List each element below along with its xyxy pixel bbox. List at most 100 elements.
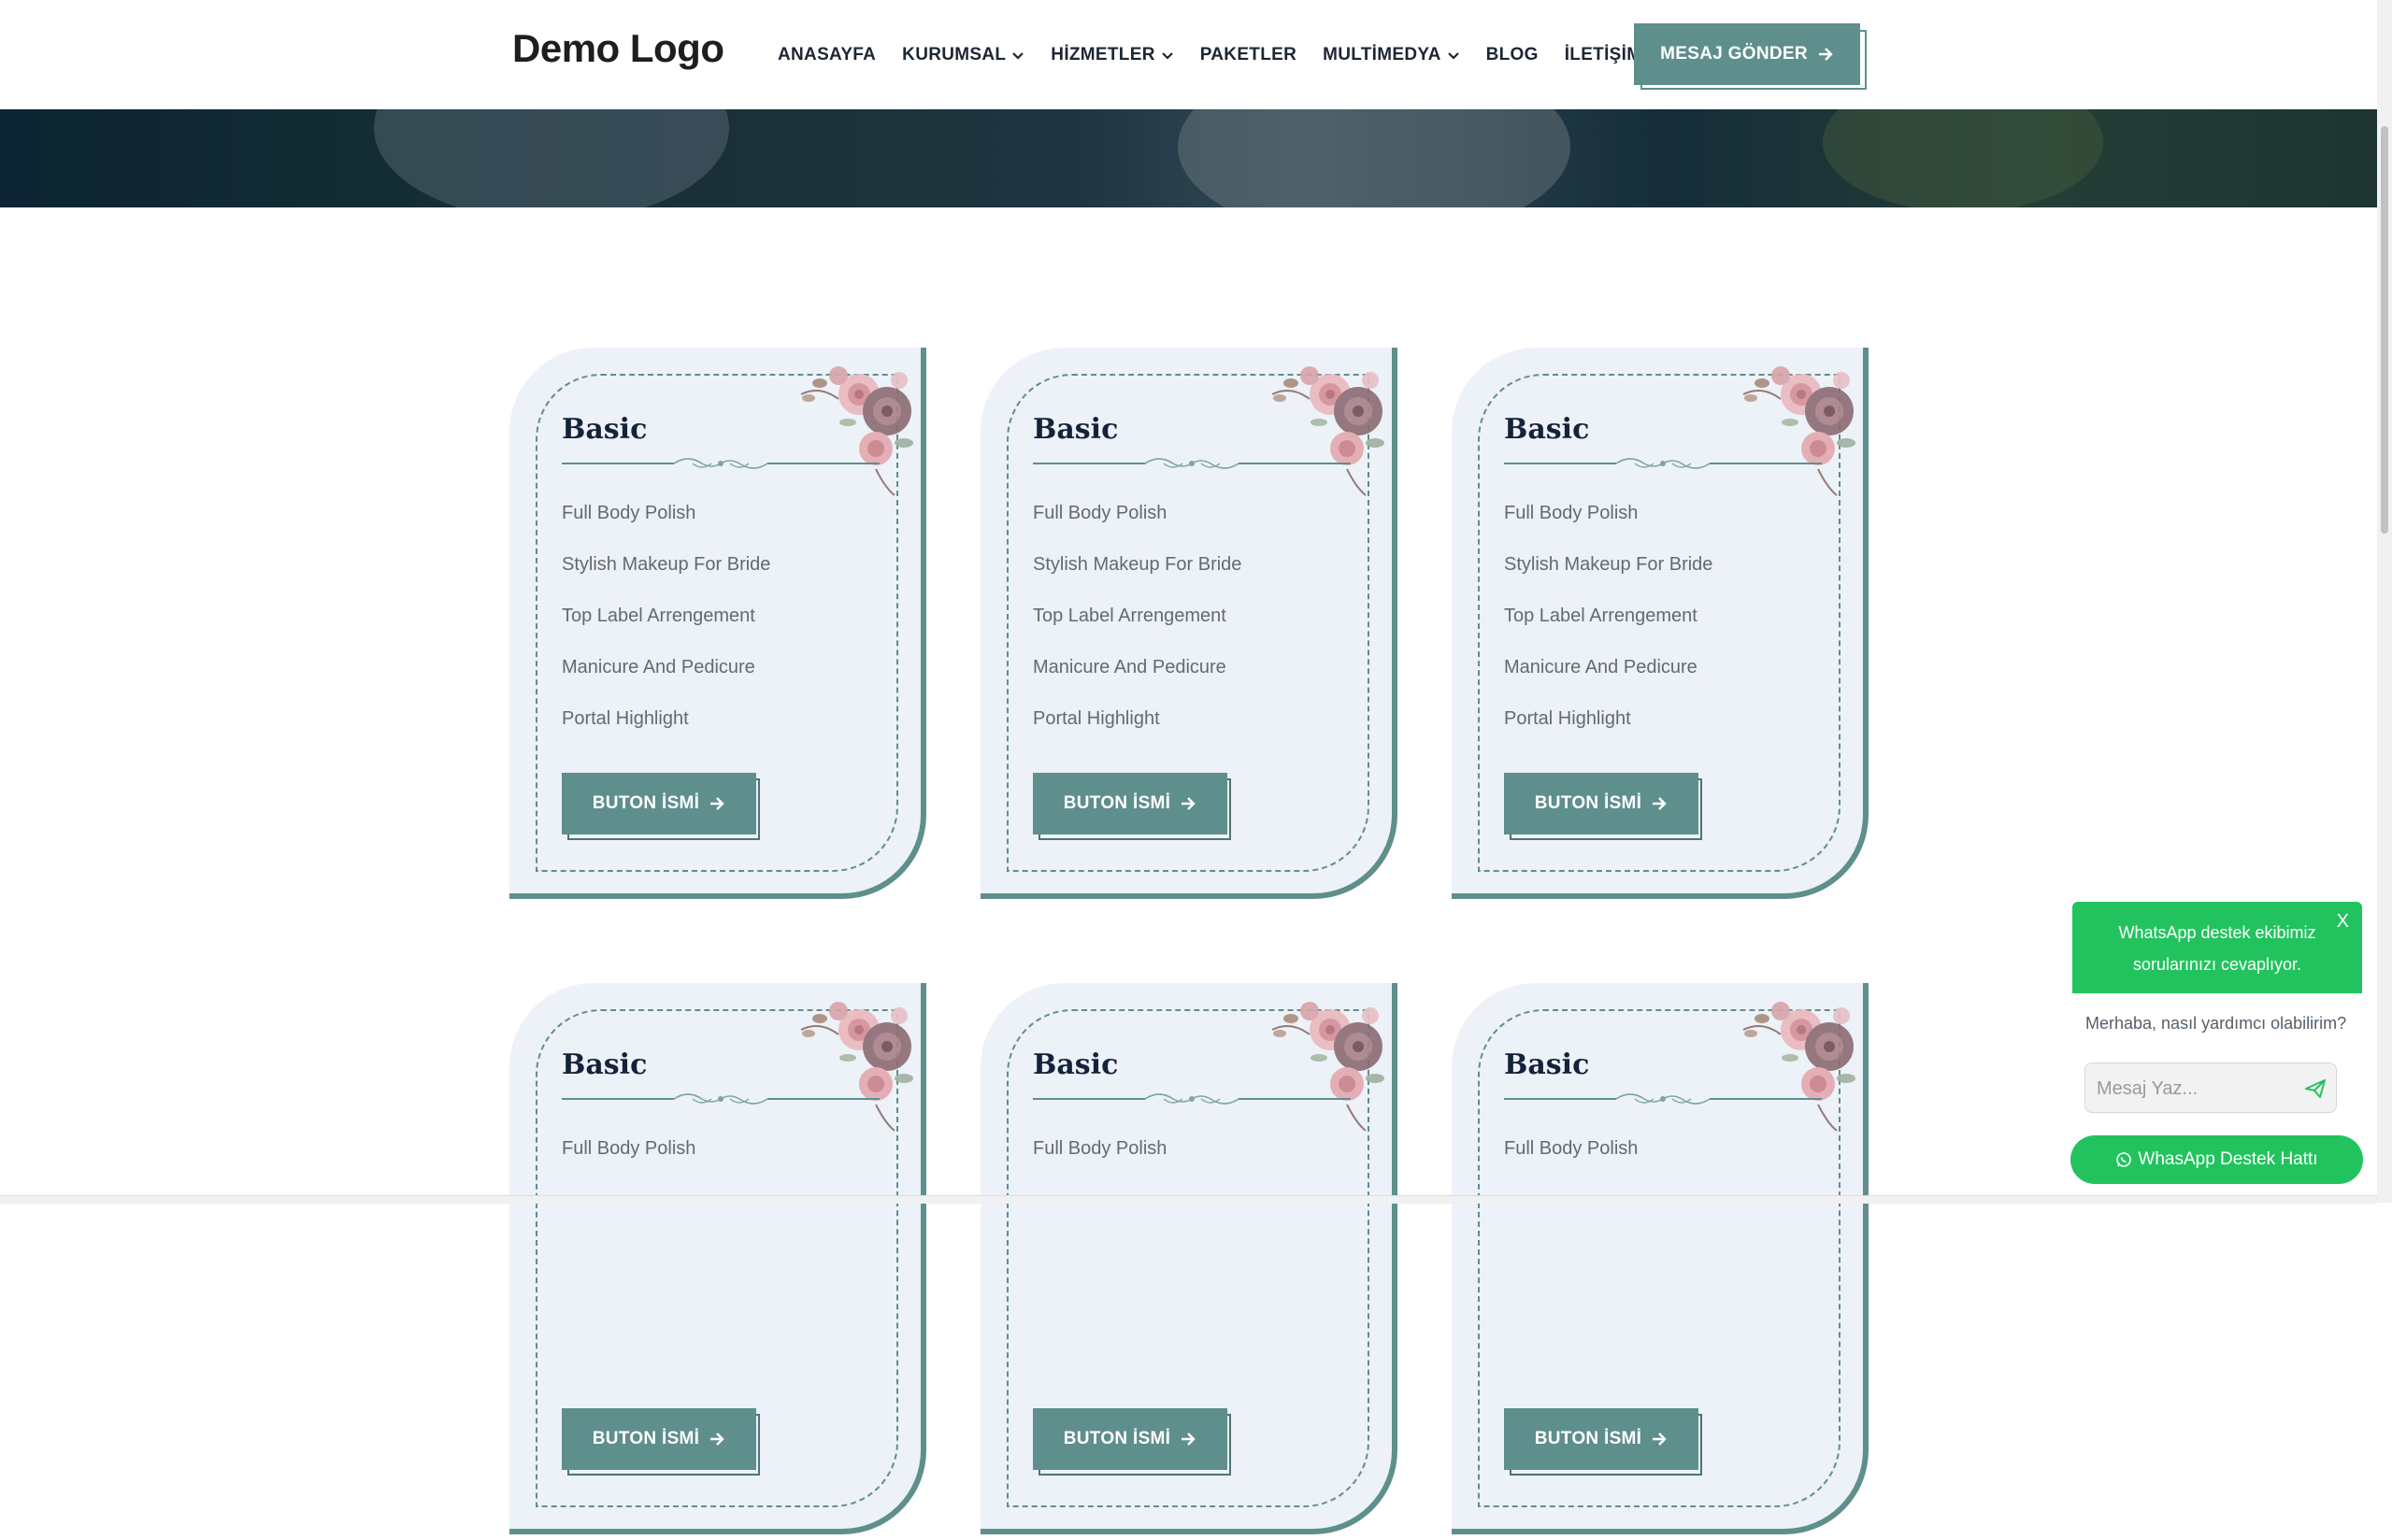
hero-overlay (0, 109, 2377, 207)
feature-item: Top Label Arrengement (562, 606, 755, 626)
card-button-wrap: BUTON İSMİ (1504, 1408, 1706, 1479)
package-card: Basic Full Body Polish Stylish Makeup For… (509, 348, 926, 905)
whatsapp-icon (2116, 1152, 2132, 1167)
card-title: Basic (1033, 413, 1119, 446)
nav-label: İLETİŞİM (1564, 44, 1642, 64)
card-button-label: BUTON İSMİ (592, 793, 700, 813)
feature-list: Full Body Polish (562, 1136, 695, 1188)
feature-item: Full Body Polish (1504, 1138, 1639, 1159)
nav-item-iletisim[interactable]: İLETİŞİM (1565, 45, 1642, 65)
scrollbar-thumb[interactable] (2381, 126, 2388, 534)
feature-item: Manicure And Pedicure (562, 657, 755, 677)
arrow-right-icon (1182, 1433, 1196, 1446)
package-card: Basic Full Body Polish BUTON İSMİ (1452, 983, 1869, 1540)
send-message-button-wrap: MESAJ GÖNDER (1634, 23, 1869, 91)
feature-item: Full Body Polish (562, 1138, 696, 1159)
whatsapp-button-label: WhasApp Destek Hattı (2138, 1149, 2318, 1169)
card-button-label: BUTON İSMİ (592, 1429, 700, 1448)
arrow-right-icon (710, 1433, 724, 1446)
card-button[interactable]: BUTON İSMİ (562, 1408, 756, 1470)
feature-list: Full Body Polish Stylish Makeup For Bride… (1033, 501, 1241, 758)
whatsapp-popup-header: WhatsApp destek ekibimiz sorularınızı ce… (2072, 902, 2362, 993)
flower-decoration-icon (1271, 366, 1384, 496)
close-button[interactable]: X (2337, 905, 2349, 937)
flower-decoration-icon (800, 1002, 913, 1132)
package-card: Basic Full Body Polish BUTON İSMİ (981, 983, 1397, 1540)
feature-item: Portal Highlight (562, 708, 689, 729)
whatsapp-input-box (2084, 1062, 2337, 1114)
ornament-divider-icon (1033, 1093, 1351, 1105)
card-button[interactable]: BUTON İSMİ (562, 773, 756, 834)
nav-item-anasayfa[interactable]: ANASAYFA (778, 45, 876, 65)
feature-item: Stylish Makeup For Bride (1504, 554, 1713, 575)
nav-label: KURUMSAL (902, 44, 1007, 64)
feature-item: Top Label Arrengement (1033, 606, 1226, 626)
feature-list: Full Body Polish (1033, 1136, 1167, 1188)
card-button-wrap: BUTON İSMİ (562, 1408, 764, 1479)
card-button-wrap: BUTON İSMİ (562, 773, 764, 844)
card-button-label: BUTON İSMİ (1534, 793, 1642, 813)
whatsapp-support-button[interactable]: WhasApp Destek Hattı (2070, 1135, 2363, 1184)
nav-item-multimedya[interactable]: MULTİMEDYA (1323, 45, 1460, 65)
main-nav: ANASAYFA KURUMSAL HİZMETLER PAKETLER MUL… (778, 0, 1668, 109)
nav-item-hizmetler[interactable]: HİZMETLER (1051, 45, 1173, 65)
arrow-right-icon (1818, 48, 1833, 61)
hero-image (0, 109, 2377, 207)
arrow-right-icon (1182, 797, 1196, 810)
ornament-divider-icon (1504, 1093, 1822, 1105)
send-message-label: MESAJ GÖNDER (1660, 44, 1808, 64)
card-title: Basic (1033, 1048, 1119, 1081)
nav-label: HİZMETLER (1051, 44, 1155, 64)
vertical-scrollbar[interactable] (2377, 0, 2392, 1203)
card-title: Basic (1504, 1048, 1590, 1081)
package-card: Basic Full Body Polish Stylish Makeup For… (981, 348, 1397, 905)
flower-decoration-icon (1742, 1002, 1855, 1132)
flower-decoration-icon (1271, 1002, 1384, 1132)
feature-item: Stylish Makeup For Bride (1033, 554, 1242, 575)
site-header: Demo Logo ANASAYFA KURUMSAL HİZMETLER PA… (0, 0, 2377, 109)
feature-item: Portal Highlight (1504, 708, 1631, 729)
card-title: Basic (1504, 413, 1590, 446)
package-card: Basic Full Body Polish Stylish Makeup For… (1452, 348, 1869, 905)
message-input[interactable] (2085, 1063, 2304, 1114)
nav-item-paketler[interactable]: PAKETLER (1200, 45, 1296, 65)
arrow-right-icon (710, 797, 724, 810)
arrow-right-icon (1653, 1433, 1667, 1446)
feature-item: Full Body Polish (1033, 503, 1167, 523)
feature-list: Full Body Polish Stylish Makeup For Bride… (1504, 501, 1712, 758)
whatsapp-chat-popup: WhatsApp destek ekibimiz sorularınızı ce… (2072, 902, 2362, 1114)
feature-item: Manicure And Pedicure (1033, 657, 1226, 677)
whatsapp-header-text: WhatsApp destek ekibimiz sorularınızı ce… (2118, 923, 2316, 974)
nav-item-kurumsal[interactable]: KURUMSAL (902, 45, 1024, 65)
flower-decoration-icon (800, 366, 913, 496)
site-logo[interactable]: Demo Logo (512, 26, 724, 71)
feature-item: Full Body Polish (1033, 1138, 1167, 1159)
card-button-label: BUTON İSMİ (1063, 793, 1171, 813)
feature-item: Manicure And Pedicure (1504, 657, 1697, 677)
card-title: Basic (562, 1048, 648, 1081)
arrow-right-icon (1653, 797, 1667, 810)
chevron-down-icon (1161, 51, 1173, 60)
send-message-button[interactable]: MESAJ GÖNDER (1634, 23, 1860, 85)
nav-label: ANASAYFA (778, 44, 877, 64)
ornament-divider-icon (1033, 458, 1351, 469)
nav-label: MULTİMEDYA (1323, 44, 1441, 64)
ornament-divider-icon (562, 1093, 880, 1105)
card-button-wrap: BUTON İSMİ (1033, 773, 1235, 844)
feature-list: Full Body Polish Stylish Makeup For Bride… (562, 501, 770, 758)
feature-item: Top Label Arrengement (1504, 606, 1697, 626)
feature-item: Stylish Makeup For Bride (562, 554, 771, 575)
feature-item: Full Body Polish (562, 503, 696, 523)
card-button[interactable]: BUTON İSMİ (1033, 773, 1227, 834)
ornament-divider-icon (562, 458, 880, 469)
card-button[interactable]: BUTON İSMİ (1504, 1408, 1698, 1470)
card-button[interactable]: BUTON İSMİ (1033, 1408, 1227, 1470)
feature-item: Portal Highlight (1033, 708, 1160, 729)
feature-list: Full Body Polish (1504, 1136, 1638, 1188)
send-icon[interactable] (2304, 1077, 2327, 1100)
card-title: Basic (562, 413, 648, 446)
card-button[interactable]: BUTON İSMİ (1504, 773, 1698, 834)
card-button-wrap: BUTON İSMİ (1504, 773, 1706, 844)
nav-item-blog[interactable]: BLOG (1486, 45, 1539, 65)
card-button-wrap: BUTON İSMİ (1033, 1408, 1235, 1479)
